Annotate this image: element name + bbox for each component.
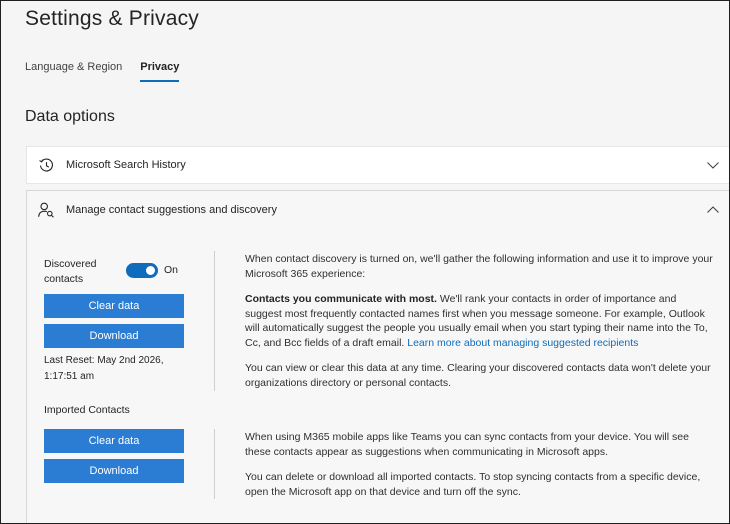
- imported-download-button[interactable]: Download: [44, 459, 184, 483]
- tab-bar: Language & Region Privacy: [25, 61, 180, 82]
- discovered-description: When contact discovery is turned on, we'…: [245, 252, 715, 390]
- discovered-download-button[interactable]: Download: [44, 324, 184, 348]
- discovery-toggle[interactable]: [126, 263, 158, 278]
- section-title: Data options: [25, 108, 115, 125]
- imported-description: When using M365 mobile apps like Teams y…: [245, 430, 715, 499]
- page-title: Settings & Privacy: [25, 7, 199, 30]
- communicate-heading: Contacts you communicate with most.: [245, 293, 437, 305]
- discovery-intro-text: When contact discovery is turned on, we'…: [245, 253, 713, 280]
- delete-info-text: You can delete or download all imported …: [245, 471, 701, 498]
- contacts-title: Manage contact suggestions and discovery: [66, 204, 277, 216]
- chevron-down-icon[interactable]: [706, 158, 720, 172]
- divider-discovered: [214, 251, 215, 391]
- search-history-title: Microsoft Search History: [66, 159, 186, 171]
- person-search-icon: [37, 201, 55, 219]
- contacts-card: Manage contact suggestions and discovery…: [26, 190, 729, 523]
- tab-language-region[interactable]: Language & Region: [25, 61, 122, 82]
- clear-info-text: You can view or clear this data at any t…: [245, 362, 711, 389]
- toggle-knob: [146, 266, 155, 275]
- communicate-paragraph: Contacts you communicate with most. We'l…: [245, 292, 715, 350]
- discovered-toggle-row: Discovered contacts On: [44, 254, 214, 288]
- last-reset-text: Last Reset: May 2nd 2026, 1:17:51 am: [44, 355, 164, 382]
- tab-privacy[interactable]: Privacy: [140, 61, 180, 82]
- history-icon: [37, 156, 55, 174]
- learn-more-link[interactable]: Learn more about managing suggested reci…: [407, 337, 638, 349]
- imported-contacts-label: Imported Contacts: [44, 404, 130, 416]
- contacts-header[interactable]: Manage contact suggestions and discovery: [27, 191, 729, 229]
- sync-info-text: When using M365 mobile apps like Teams y…: [245, 431, 689, 458]
- toggle-state-label: On: [164, 264, 179, 276]
- imported-clear-data-button[interactable]: Clear data: [44, 429, 184, 453]
- search-history-header[interactable]: Microsoft Search History: [27, 147, 729, 183]
- discovered-clear-data-button[interactable]: Clear data: [44, 294, 184, 318]
- divider-imported: [214, 429, 215, 499]
- search-history-card: Microsoft Search History: [26, 146, 729, 184]
- chevron-up-icon[interactable]: [706, 203, 720, 217]
- discovered-contacts-label: Discovered contacts: [44, 258, 97, 285]
- settings-window: Settings & Privacy Language & Region Pri…: [0, 0, 730, 524]
